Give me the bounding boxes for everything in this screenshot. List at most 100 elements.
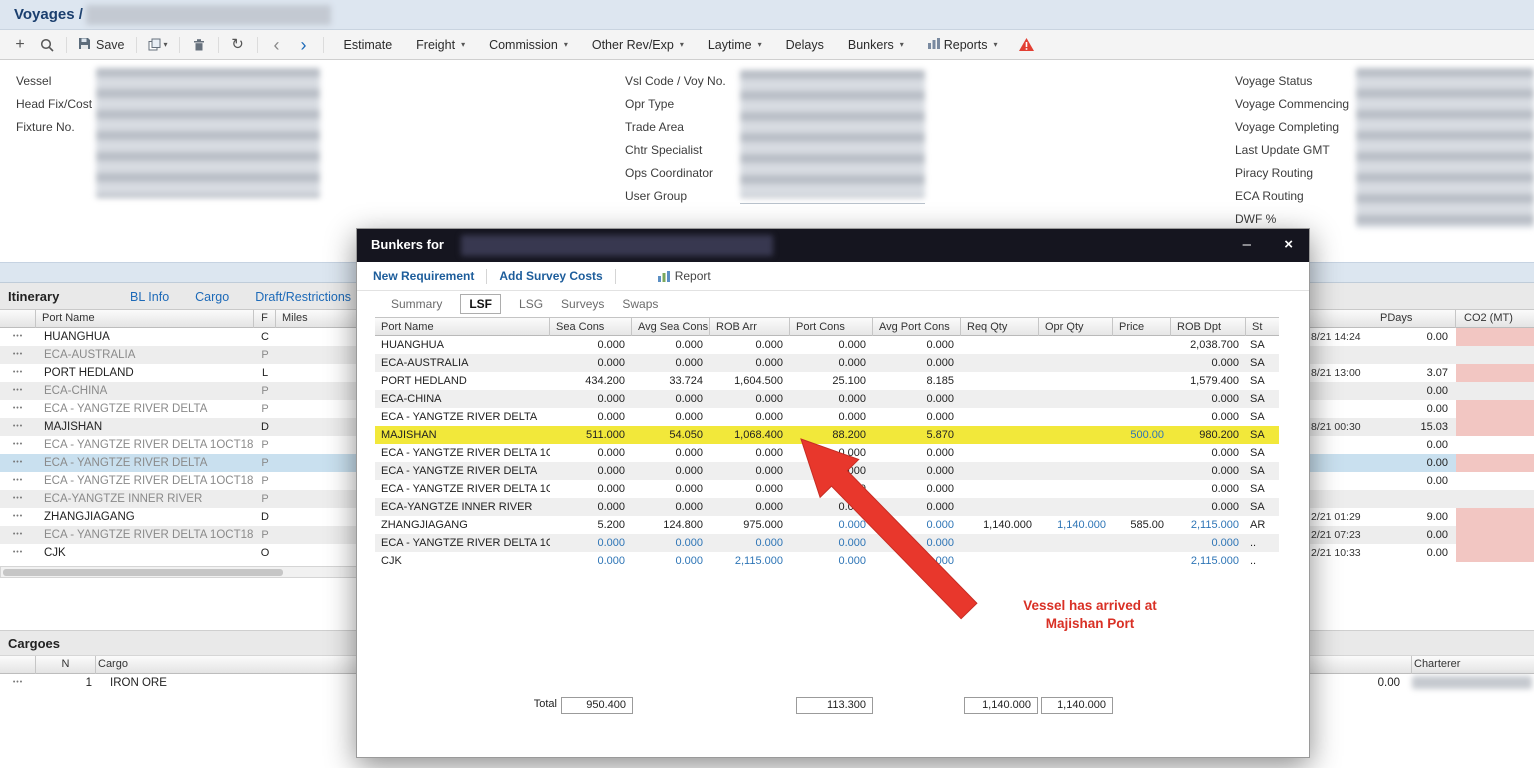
tab-cargo[interactable]: Cargo — [195, 290, 229, 304]
menu-reports[interactable]: Reports▾ — [928, 38, 998, 52]
bunker-row[interactable]: ECA-YANGTZE INNER RIVER0.0000.0000.0000.… — [375, 498, 1279, 516]
tab-bl-info[interactable]: BL Info — [130, 290, 169, 304]
column-header-n[interactable]: N — [36, 656, 96, 674]
column-header-port-cons[interactable]: Port Cons — [790, 318, 873, 336]
bunker-row[interactable]: ECA - YANGTZE RIVER DELTA0.0000.0000.000… — [375, 462, 1279, 480]
cell-opr — [1039, 444, 1113, 462]
row-menu-icon[interactable]: ••• — [0, 490, 36, 508]
cell-price — [1113, 480, 1171, 498]
tab-surveys[interactable]: Surveys — [561, 297, 604, 311]
next-icon[interactable]: › — [296, 35, 312, 55]
total-port-cons: 113.300 — [796, 697, 873, 714]
report-button[interactable]: Report — [658, 269, 711, 283]
tab-itinerary[interactable]: Itinerary — [8, 289, 59, 304]
label-vessel: Vessel — [16, 70, 92, 93]
new-requirement-button[interactable]: New Requirement — [373, 269, 474, 283]
column-header-opr-qty[interactable]: Opr Qty — [1039, 318, 1113, 336]
row-menu-icon[interactable]: ••• — [0, 382, 36, 400]
row-menu-icon[interactable]: ••• — [0, 674, 36, 692]
bunker-row[interactable]: MAJISHAN511.00054.0501,068.40088.2005.87… — [375, 426, 1279, 444]
cell-req — [961, 498, 1039, 516]
bunker-row[interactable]: ECA - YANGTZE RIVER DELTA 1OCT180.0000.0… — [375, 444, 1279, 462]
column-header-avg-sea-cons[interactable]: Avg Sea Cons — [632, 318, 710, 336]
cell-sea: 0.000 — [550, 354, 632, 372]
column-header-miles[interactable]: Miles — [276, 310, 366, 328]
column-header-rob-dpt[interactable]: ROB Dpt — [1171, 318, 1246, 336]
warning-icon[interactable] — [1018, 37, 1035, 52]
tab-lsf[interactable]: LSF — [460, 294, 501, 314]
column-header-charterer[interactable]: Charterer — [1412, 656, 1534, 674]
bunker-row[interactable]: HUANGHUA0.0000.0000.0000.0000.0002,038.7… — [375, 336, 1279, 354]
add-icon[interactable]: + — [12, 35, 28, 55]
close-icon[interactable]: × — [1284, 236, 1293, 254]
minimize-icon[interactable]: – — [1243, 236, 1251, 254]
cell-name: ECA-YANGTZE INNER RIVER — [375, 498, 550, 516]
column-header-co2[interactable]: CO2 (MT) — [1456, 310, 1534, 328]
column-header-price[interactable]: Price — [1113, 318, 1171, 336]
form-middle-labels: Vsl Code / Voy No.Opr TypeTrade AreaChtr… — [625, 70, 726, 208]
cell-rob-dpt: 0.000 — [1171, 408, 1246, 426]
menu-other-rev-exp[interactable]: Other Rev/Exp▾ — [592, 38, 684, 52]
dialog-titlebar[interactable]: Bunkers for – × — [357, 229, 1309, 262]
menu-delays[interactable]: Delays — [786, 38, 824, 52]
column-header-sea-cons[interactable]: Sea Cons — [550, 318, 632, 336]
cell-name: CJK — [375, 552, 550, 570]
cell-opr — [1039, 408, 1113, 426]
tab-swaps[interactable]: Swaps — [622, 297, 658, 311]
tab-summary[interactable]: Summary — [391, 297, 442, 311]
row-menu-icon[interactable]: ••• — [0, 526, 36, 544]
refresh-icon[interactable]: ↻ — [230, 35, 246, 55]
menu-estimate[interactable]: Estimate — [344, 38, 393, 52]
redacted-status-fields — [1356, 68, 1534, 228]
column-header-port-name[interactable]: Port Name — [375, 318, 550, 336]
row-menu-icon[interactable]: ••• — [0, 346, 36, 364]
cell-avg-port: 8.185 — [873, 372, 961, 390]
row-menu-icon[interactable]: ••• — [0, 436, 36, 454]
menu-bunkers[interactable]: Bunkers▾ — [848, 38, 904, 52]
add-survey-costs-button[interactable]: Add Survey Costs — [499, 269, 602, 283]
chevron-down-icon: ▾ — [994, 40, 998, 49]
save-button[interactable]: Save — [78, 37, 125, 53]
bunker-row[interactable]: PORT HEDLAND434.20033.7241,604.50025.100… — [375, 372, 1279, 390]
cell-pdays: 0.00 — [1375, 328, 1448, 346]
column-header-st[interactable]: St — [1246, 318, 1279, 336]
prev-icon[interactable]: ‹ — [269, 35, 285, 55]
row-menu-icon[interactable]: ••• — [0, 454, 36, 472]
tab-lsg[interactable]: LSG — [519, 297, 543, 311]
column-header-port[interactable]: Port Name — [36, 310, 254, 328]
tab-draft-restrictions[interactable]: Draft/Restrictions — [255, 290, 351, 304]
row-menu-icon[interactable]: ••• — [0, 400, 36, 418]
column-header-rob-arr[interactable]: ROB Arr — [710, 318, 790, 336]
cell-avg-port: 0.000 — [873, 390, 961, 408]
bunker-row[interactable]: ZHANGJIAGANG5.200124.800975.0000.0000.00… — [375, 516, 1279, 534]
row-menu-icon[interactable]: ••• — [0, 544, 36, 562]
delete-icon[interactable] — [191, 35, 207, 55]
column-header-f[interactable]: F — [254, 310, 276, 328]
cell-avg-port: 0.000 — [873, 336, 961, 354]
bunker-row[interactable]: ECA-AUSTRALIA0.0000.0000.0000.0000.0000.… — [375, 354, 1279, 372]
menu-freight[interactable]: Freight▾ — [416, 38, 465, 52]
copy-menu-icon[interactable]: ▾ — [148, 35, 168, 55]
row-menu-icon[interactable]: ••• — [0, 472, 36, 490]
row-menu-icon[interactable]: ••• — [0, 418, 36, 436]
bunker-rows: HUANGHUA0.0000.0000.0000.0000.0002,038.7… — [375, 336, 1279, 570]
bunker-row[interactable]: ECA - YANGTZE RIVER DELTA 1OCT180.0000.0… — [375, 534, 1279, 552]
row-menu-icon[interactable]: ••• — [0, 508, 36, 526]
label-fixture-no: Fixture No. — [16, 116, 92, 139]
column-header-avg-port-cons[interactable]: Avg Port Cons — [873, 318, 961, 336]
cell-rob-arr: 0.000 — [710, 408, 790, 426]
cell-port-name: CJK — [36, 544, 254, 562]
cell-co2 — [1456, 328, 1534, 346]
bunker-row[interactable]: ECA-CHINA0.0000.0000.0000.0000.0000.000S… — [375, 390, 1279, 408]
search-icon[interactable] — [39, 35, 55, 55]
column-header-req-qty[interactable]: Req Qty — [961, 318, 1039, 336]
row-menu-icon[interactable]: ••• — [0, 328, 36, 346]
bunker-row[interactable]: CJK0.0000.0002,115.0000.0000.0002,115.00… — [375, 552, 1279, 570]
row-menu-icon[interactable]: ••• — [0, 364, 36, 382]
column-header-pdays[interactable]: PDays — [1356, 310, 1456, 328]
scrollbar-thumb[interactable] — [3, 569, 283, 576]
bunker-row[interactable]: ECA - YANGTZE RIVER DELTA 1OCT180.0000.0… — [375, 480, 1279, 498]
bunker-row[interactable]: ECA - YANGTZE RIVER DELTA0.0000.0000.000… — [375, 408, 1279, 426]
menu-laytime[interactable]: Laytime▾ — [708, 38, 762, 52]
menu-commission[interactable]: Commission▾ — [489, 38, 568, 52]
